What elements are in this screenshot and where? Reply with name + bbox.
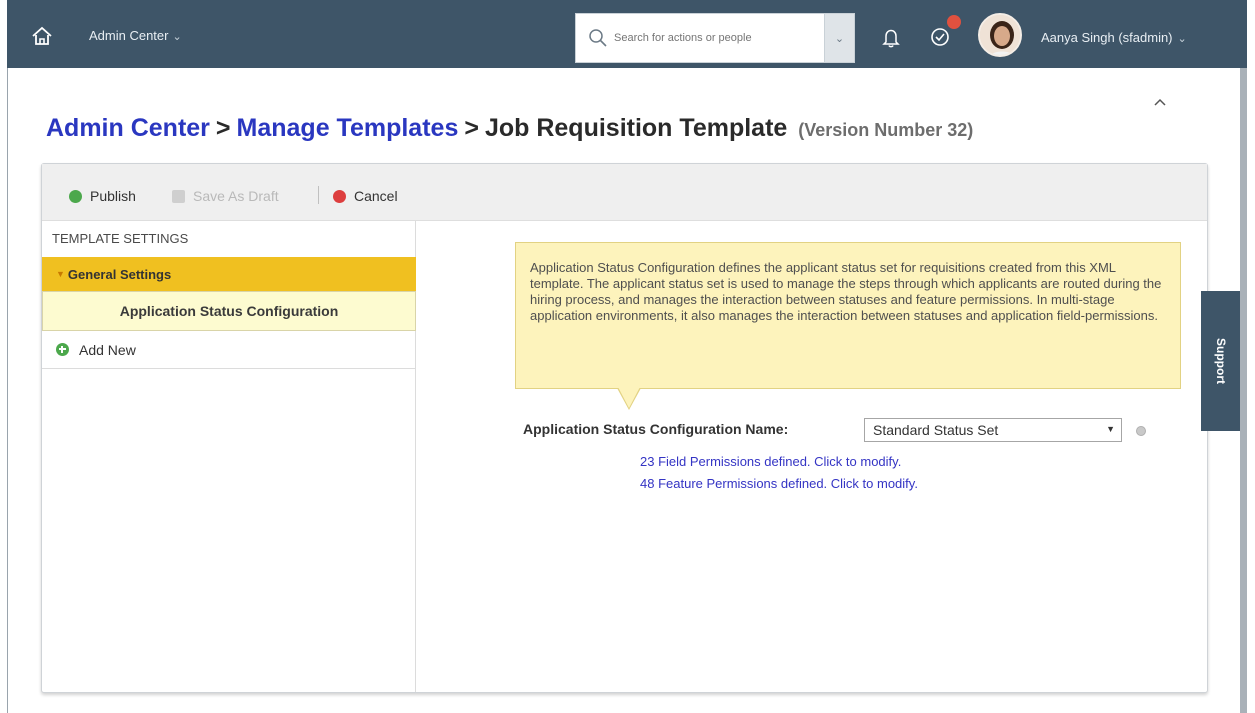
dropdown-arrow-icon: ▼ xyxy=(1106,424,1115,434)
general-settings-label: General Settings xyxy=(67,266,172,282)
support-tab[interactable]: Support xyxy=(1201,291,1240,431)
breadcrumb-link-admin-center[interactable]: Admin Center xyxy=(46,114,210,142)
publish-label: Publish xyxy=(90,188,136,204)
page-left-border xyxy=(7,68,8,713)
search-icon xyxy=(589,29,607,47)
template-settings-title: TEMPLATE SETTINGS xyxy=(52,231,189,246)
breadcrumb-link-manage-templates[interactable]: Manage Templates xyxy=(237,114,459,142)
breadcrumb: Admin Center > Manage Templates > Job Requis… xyxy=(46,114,973,143)
chevron-down-icon: ⌄ xyxy=(834,32,845,45)
breadcrumb-separator: > xyxy=(464,114,479,142)
user-menu[interactable]: Aanya Singh (sfadmin) ⌄ xyxy=(1041,30,1187,45)
top-navigation-bar: Admin Center⌄ ⌄ Aanya Singh (sfadmin)⌄ xyxy=(7,0,1247,68)
feature-permissions-link[interactable]: 48 Feature Permissions defined. Click to… xyxy=(640,476,918,491)
cancel-label: Cancel xyxy=(354,188,398,204)
search-scope-dropdown[interactable]: ⌄ xyxy=(824,14,854,62)
template-settings-sidebar: TEMPLATE SETTINGS ▼ General Settings App… xyxy=(42,221,416,692)
info-icon[interactable] xyxy=(1136,426,1146,436)
version-number: (Version Number 32) xyxy=(798,120,974,140)
publish-button[interactable]: Publish xyxy=(69,188,136,204)
help-tooltip: Application Status Configuration defines… xyxy=(515,242,1181,389)
scrollbar[interactable] xyxy=(1240,68,1247,713)
avatar-image xyxy=(980,15,1020,55)
general-settings-section[interactable]: ▼ General Settings xyxy=(42,257,416,291)
avatar[interactable] xyxy=(978,13,1022,57)
add-icon xyxy=(56,343,69,356)
chevron-down-icon: ⌄ xyxy=(172,31,182,43)
collapse-chevron-icon[interactable] xyxy=(1152,96,1168,108)
user-name-label: Aanya Singh (sfadmin) xyxy=(1041,30,1173,45)
chevron-down-icon: ⌄ xyxy=(1177,33,1187,45)
status-set-select[interactable]: Standard Status Set ▼ xyxy=(864,418,1122,442)
breadcrumb-separator: > xyxy=(215,114,231,142)
add-new-label: Add New xyxy=(79,341,136,358)
save-draft-icon xyxy=(172,189,185,203)
bell-icon[interactable] xyxy=(882,28,900,48)
page-title: Job Requisition Template xyxy=(484,114,788,142)
toolbar-divider xyxy=(318,186,319,204)
field-permissions-link[interactable]: 23 Field Permissions defined. Click to m… xyxy=(640,454,901,469)
cancel-icon xyxy=(333,189,346,203)
tooltip-pointer xyxy=(617,387,641,410)
application-status-configuration-name-label: Application Status Configuration Name: xyxy=(523,421,789,437)
admin-center-menu-label: Admin Center xyxy=(89,28,169,43)
expand-triangle-icon: ▼ xyxy=(56,269,65,279)
sidebar-item-application-status-configuration[interactable]: Application Status Configuration xyxy=(42,291,416,331)
toolbar: Publish Save As Draft Cancel xyxy=(42,164,1207,221)
notification-badge xyxy=(947,15,961,29)
status-set-selected-value: Standard Status Set xyxy=(873,422,999,438)
add-new-button[interactable]: Add New xyxy=(42,331,416,369)
search-box[interactable]: ⌄ xyxy=(575,13,855,63)
publish-icon xyxy=(69,189,82,203)
save-as-draft-label: Save As Draft xyxy=(193,188,279,204)
support-label: Support xyxy=(1213,338,1228,384)
save-as-draft-button[interactable]: Save As Draft xyxy=(172,188,279,204)
admin-center-menu[interactable]: Admin Center ⌄ xyxy=(89,28,182,43)
home-icon[interactable] xyxy=(31,26,53,46)
search-input[interactable] xyxy=(614,32,814,44)
cancel-button[interactable]: Cancel xyxy=(333,188,398,204)
